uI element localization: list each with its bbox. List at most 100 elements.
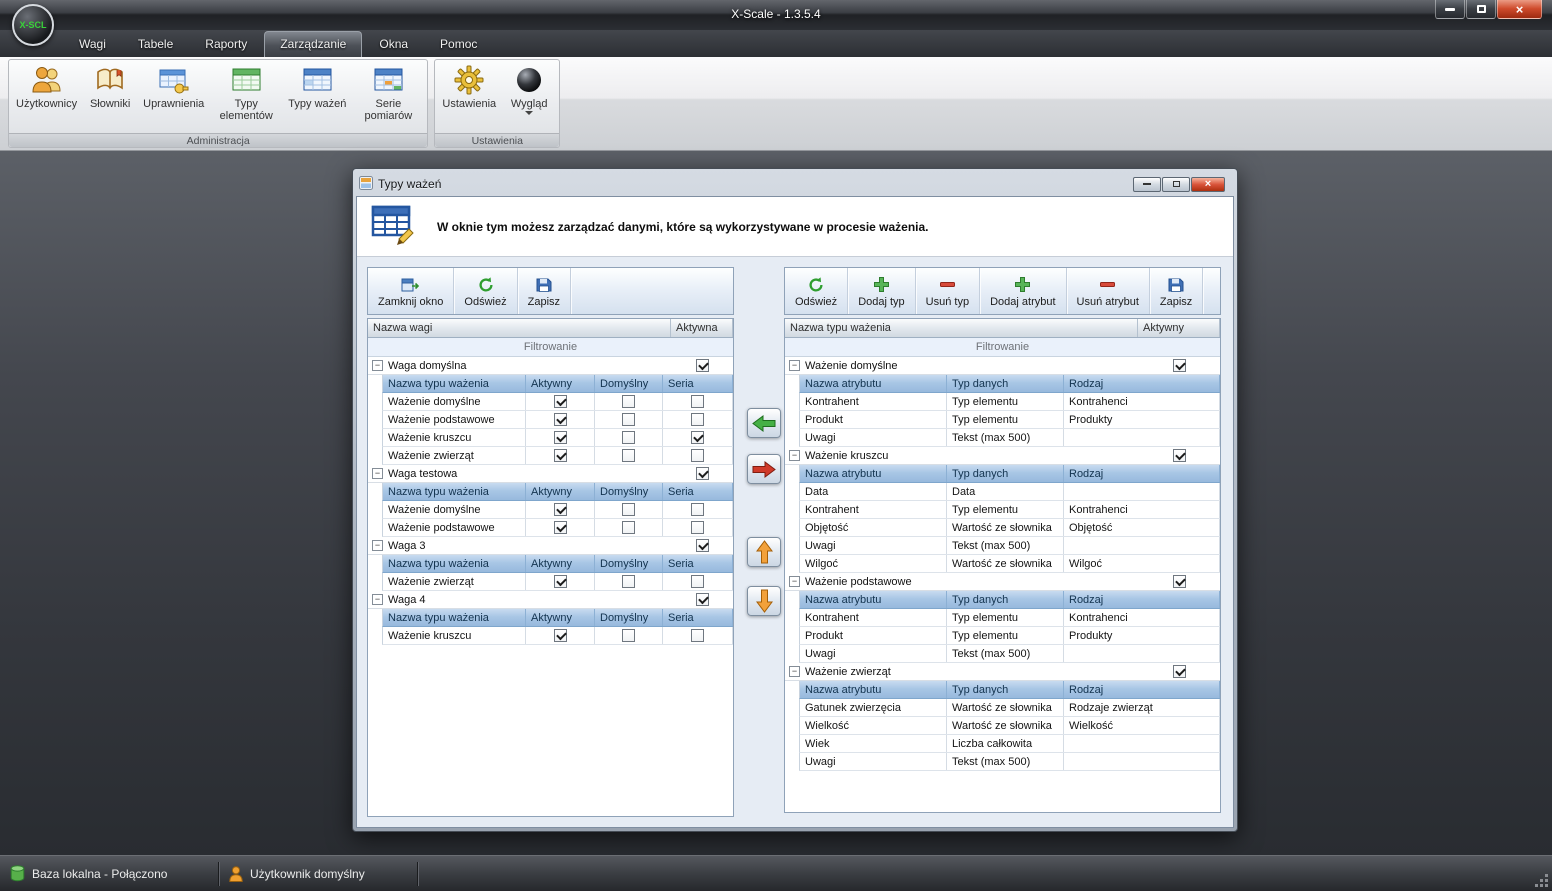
sub-column-header-aktywny[interactable]: Aktywny [526, 555, 595, 572]
data-row[interactable]: WiekLiczba całkowita [799, 735, 1220, 753]
checkbox[interactable] [1173, 359, 1186, 372]
data-row[interactable]: UwagiTekst (max 500) [799, 537, 1220, 555]
group-row-ważenie-kruszcu[interactable]: −Ważenie kruszcu [785, 447, 1220, 465]
sub-column-header-typ-danych[interactable]: Typ danych [947, 465, 1064, 482]
data-row[interactable]: KontrahentTyp elementuKontrahenci [799, 501, 1220, 519]
dialog-minimize-button[interactable] [1133, 177, 1161, 192]
sub-column-header-nazwa-atrybutu[interactable]: Nazwa atrybutu [800, 465, 947, 482]
data-row[interactable]: Ważenie domyślne [382, 501, 733, 519]
sub-column-header-seria[interactable]: Seria [663, 375, 733, 392]
data-row[interactable]: ProduktTyp elementuProdukty [799, 411, 1220, 429]
checkbox[interactable] [691, 431, 704, 444]
sub-column-header-nazwa-typu-ważenia[interactable]: Nazwa typu ważenia [383, 609, 526, 626]
checkbox[interactable] [554, 629, 567, 642]
collapse-icon[interactable]: − [372, 540, 383, 551]
group-row-waga-domyślna[interactable]: −Waga domyślna [368, 357, 733, 375]
data-row[interactable]: Ważenie kruszcu [382, 429, 733, 447]
checkbox[interactable] [691, 521, 704, 534]
column-header-nazwa-typu-ważenia[interactable]: Nazwa typu ważenia [785, 319, 1138, 337]
group-row-waga-4[interactable]: −Waga 4 [368, 591, 733, 609]
sub-column-header-seria[interactable]: Seria [663, 483, 733, 500]
toolbar-button-usuń-atrybut[interactable]: Usuń atrybut [1067, 268, 1150, 314]
sub-column-header-typ-danych[interactable]: Typ danych [947, 681, 1064, 698]
data-row[interactable]: Ważenie podstawowe [382, 519, 733, 537]
filter-row[interactable]: Filtrowanie [368, 338, 733, 357]
checkbox[interactable] [622, 413, 635, 426]
checkbox[interactable] [622, 449, 635, 462]
sub-column-header-nazwa-atrybutu[interactable]: Nazwa atrybutu [800, 681, 947, 698]
data-row[interactable]: Ważenie domyślne [382, 393, 733, 411]
sub-column-header-seria[interactable]: Seria [663, 609, 733, 626]
checkbox[interactable] [622, 431, 635, 444]
tab-raporty[interactable]: Raporty [190, 32, 262, 57]
dialog-close-button[interactable]: × [1191, 177, 1225, 192]
sub-column-header-domyślny[interactable]: Domyślny [595, 375, 663, 392]
data-row[interactable]: ObjętośćWartość ze słownikaObjętość [799, 519, 1220, 537]
data-row[interactable]: Ważenie zwierząt [382, 447, 733, 465]
toolbar-button-usuń-typ[interactable]: Usuń typ [916, 268, 980, 314]
collapse-icon[interactable]: − [789, 450, 800, 461]
sub-column-header-aktywny[interactable]: Aktywny [526, 483, 595, 500]
group-row-ważenie-domyślne[interactable]: −Ważenie domyślne [785, 357, 1220, 375]
tab-zarządzanie[interactable]: Zarządzanie [264, 31, 362, 57]
data-row[interactable]: UwagiTekst (max 500) [799, 429, 1220, 447]
column-header-aktywna[interactable]: Aktywna [671, 319, 733, 337]
sub-column-header-rodzaj[interactable]: Rodzaj [1064, 465, 1220, 482]
sub-column-header-nazwa-atrybutu[interactable]: Nazwa atrybutu [800, 591, 947, 608]
toolbar-button-zamknij-okno[interactable]: Zamknij okno [368, 268, 454, 314]
tab-tabele[interactable]: Tabele [123, 32, 188, 57]
checkbox[interactable] [554, 503, 567, 516]
move-left-button[interactable] [747, 408, 781, 438]
checkbox[interactable] [696, 593, 709, 606]
column-header-aktywny[interactable]: Aktywny [1138, 319, 1220, 337]
group-row-waga-testowa[interactable]: −Waga testowa [368, 465, 733, 483]
checkbox[interactable] [691, 413, 704, 426]
checkbox[interactable] [1173, 665, 1186, 678]
checkbox[interactable] [622, 503, 635, 516]
sub-column-header-nazwa-typu-ważenia[interactable]: Nazwa typu ważenia [383, 375, 526, 392]
column-header-nazwa-wagi[interactable]: Nazwa wagi [368, 319, 671, 337]
tab-pomoc[interactable]: Pomoc [425, 32, 492, 57]
tab-wagi[interactable]: Wagi [64, 32, 121, 57]
checkbox[interactable] [622, 575, 635, 588]
checkbox[interactable] [554, 521, 567, 534]
ribbon-item-ustawienia[interactable]: Ustawienia [437, 60, 501, 132]
data-row[interactable]: KontrahentTyp elementuKontrahenci [799, 609, 1220, 627]
toolbar-button-dodaj-typ[interactable]: Dodaj typ [848, 268, 915, 314]
checkbox[interactable] [622, 629, 635, 642]
collapse-icon[interactable]: − [789, 360, 800, 371]
checkbox[interactable] [1173, 575, 1186, 588]
data-row[interactable]: WilgoćWartość ze słownikaWilgoć [799, 555, 1220, 573]
checkbox[interactable] [554, 449, 567, 462]
ribbon-item-użytkownicy[interactable]: Użytkownicy [11, 60, 82, 132]
ribbon-item-wygląd[interactable]: Wygląd [501, 60, 557, 132]
checkbox[interactable] [622, 395, 635, 408]
sub-column-header-aktywny[interactable]: Aktywny [526, 609, 595, 626]
sub-column-header-typ-danych[interactable]: Typ danych [947, 375, 1064, 392]
data-row[interactable]: Gatunek zwierzęciaWartość ze słownikaRod… [799, 699, 1220, 717]
maximize-button[interactable] [1466, 0, 1496, 19]
sub-column-header-nazwa-typu-ważenia[interactable]: Nazwa typu ważenia [383, 555, 526, 572]
close-button[interactable]: × [1497, 0, 1542, 19]
sub-column-header-typ-danych[interactable]: Typ danych [947, 591, 1064, 608]
toolbar-button-odśwież[interactable]: Odśwież [454, 268, 517, 314]
collapse-icon[interactable]: − [372, 468, 383, 479]
move-down-button[interactable] [747, 586, 781, 616]
data-row[interactable]: ProduktTyp elementuProdukty [799, 627, 1220, 645]
sub-column-header-rodzaj[interactable]: Rodzaj [1064, 591, 1220, 608]
toolbar-button-odśwież[interactable]: Odśwież [785, 268, 848, 314]
data-row[interactable]: DataData [799, 483, 1220, 501]
ribbon-item-typy-ważeń[interactable]: Typy ważeń [283, 60, 351, 132]
filter-row[interactable]: Filtrowanie [785, 338, 1220, 357]
checkbox[interactable] [696, 467, 709, 480]
sub-column-header-domyślny[interactable]: Domyślny [595, 555, 663, 572]
checkbox[interactable] [1173, 449, 1186, 462]
data-row[interactable]: UwagiTekst (max 500) [799, 753, 1220, 771]
data-row[interactable]: WielkośćWartość ze słownikaWielkość [799, 717, 1220, 735]
ribbon-item-serie-pomiarów[interactable]: Serie pomiarów [351, 60, 425, 132]
resize-grip-icon[interactable] [1535, 874, 1549, 888]
checkbox[interactable] [622, 521, 635, 534]
checkbox[interactable] [554, 395, 567, 408]
sub-column-header-nazwa-typu-ważenia[interactable]: Nazwa typu ważenia [383, 483, 526, 500]
checkbox[interactable] [691, 395, 704, 408]
